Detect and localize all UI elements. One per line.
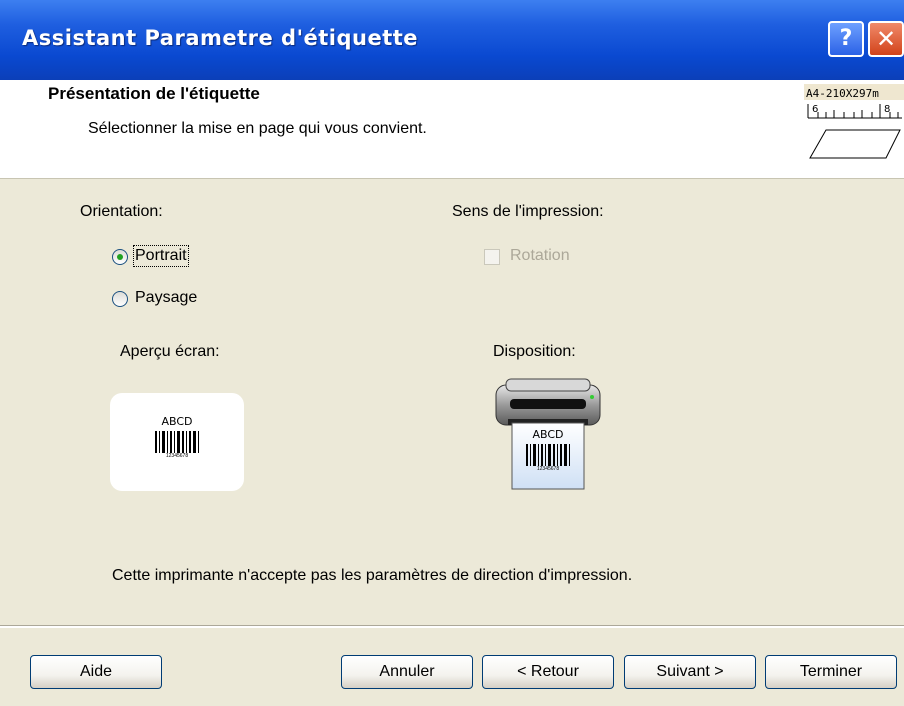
- preview-label-text: ABCD: [161, 415, 193, 428]
- screen-preview-card: ABCD 12345678: [110, 393, 244, 491]
- portrait-radio[interactable]: [112, 249, 128, 265]
- ruler-mark-6: 6: [812, 104, 818, 115]
- portrait-radio-label[interactable]: Portrait: [133, 245, 189, 267]
- finish-button[interactable]: Terminer: [765, 655, 897, 689]
- preview-barcode-number: 12345678: [165, 453, 189, 459]
- paper-size-icon: A4-210X297m 6 8: [804, 84, 904, 159]
- page-title: Présentation de l'étiquette: [48, 84, 260, 103]
- screen-preview-label: Aperçu écran:: [120, 343, 220, 360]
- orientation-label: Orientation:: [80, 203, 163, 220]
- layout-label-preview: ABCD 12345678: [512, 428, 584, 488]
- page-subtitle: Sélectionner la mise en page qui vous co…: [88, 120, 427, 137]
- rotation-checkbox[interactable]: [484, 249, 500, 265]
- layout-label: Disposition:: [493, 343, 576, 360]
- ruler-mark-8: 8: [884, 104, 890, 115]
- landscape-radio[interactable]: [112, 291, 128, 307]
- rotation-checkbox-label: Rotation: [510, 247, 570, 264]
- title-bar[interactable]: Assistant Parametre d'étiquette ? ✕: [0, 0, 904, 80]
- window-title: Assistant Parametre d'étiquette: [22, 26, 419, 50]
- help-button[interactable]: Aide: [30, 655, 162, 689]
- preview-barcode: [110, 431, 244, 453]
- layout-barcode-number: 12345678: [536, 466, 560, 472]
- next-button[interactable]: Suivant >: [624, 655, 756, 689]
- print-direction-label: Sens de l'impression:: [452, 203, 604, 220]
- layout-label-text: ABCD: [532, 428, 564, 441]
- close-button[interactable]: ✕: [868, 21, 904, 57]
- layout-barcode: [512, 444, 584, 466]
- printer-message: Cette imprimante n'accepte pas les param…: [112, 567, 633, 584]
- label-wizard-window: Assistant Parametre d'étiquette ? ✕ Prés…: [0, 0, 904, 706]
- back-button[interactable]: < Retour: [482, 655, 614, 689]
- help-title-button[interactable]: ?: [828, 21, 864, 57]
- cancel-button[interactable]: Annuler: [341, 655, 473, 689]
- landscape-radio-label[interactable]: Paysage: [135, 289, 197, 307]
- paper-size-text: A4-210X297m: [806, 87, 879, 100]
